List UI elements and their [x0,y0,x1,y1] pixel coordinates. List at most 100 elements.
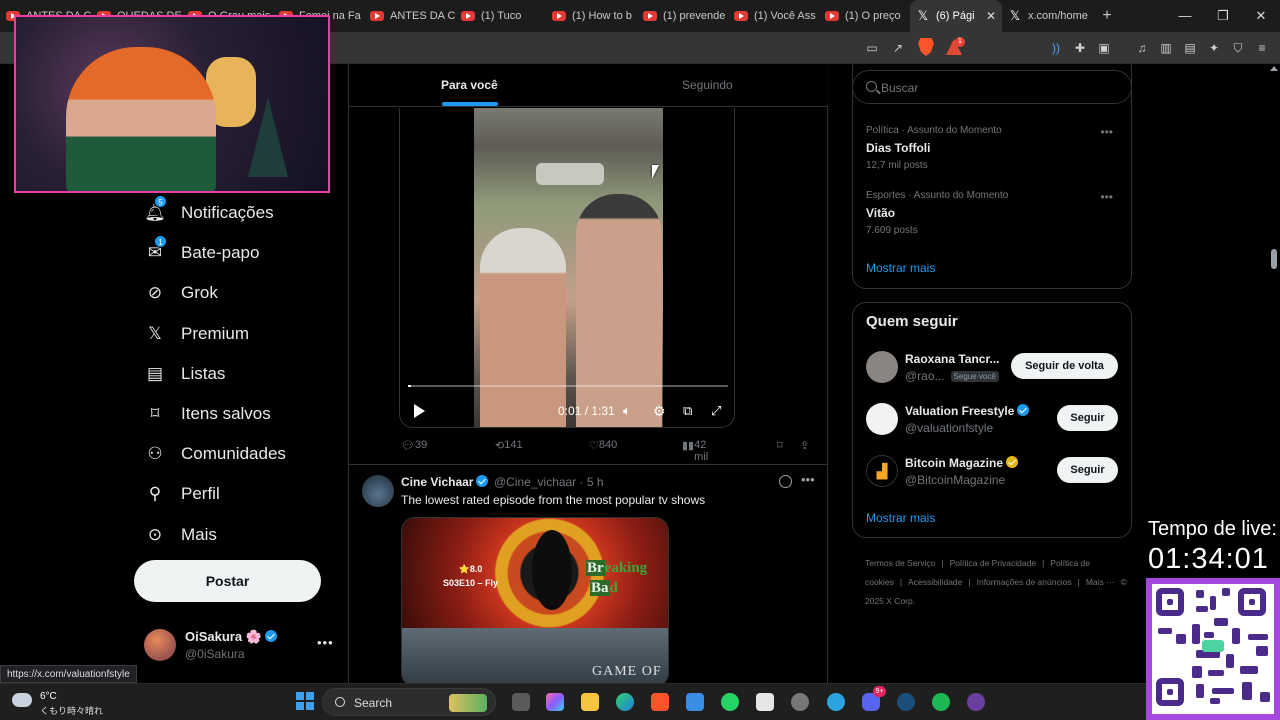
trend-item[interactable]: Esportes · Assunto do Momento Vitão 7.60… [866,190,1121,236]
browser-tab[interactable]: (1) O preço [819,0,910,32]
nav-item-premium[interactable]: 𝕏 Premium [144,319,249,349]
trends-panel: Política · Assunto do Momento Dias Toffo… [852,64,1132,289]
music-icon[interactable]: ♫ [1134,40,1150,56]
repost-button[interactable]: ⟲ 141 [495,439,523,452]
footer-link[interactable]: Informações de anúncios [977,577,1072,587]
footer-link[interactable]: Política de Privacidade [950,558,1036,568]
cast-icon[interactable]: ▭ [864,40,880,56]
volume-icon[interactable]: 🔈︎ [623,401,631,421]
scroll-up-icon[interactable] [1270,66,1278,71]
account-switcher[interactable]: OiSakura 🌸 @0iSakura ••• [144,627,340,663]
footer-separator: | [941,558,944,568]
steam-icon[interactable] [897,693,915,711]
nav-item-listas[interactable]: ▤ Listas [144,359,225,389]
screenshot-icon[interactable]: ▣ [1096,40,1112,56]
telegram-icon[interactable] [827,693,845,711]
ai-sparkle-icon[interactable]: ✦ [1206,40,1222,56]
task-view-icon[interactable] [512,693,530,711]
weather-widget[interactable]: 6°C くもり時々晴れ [12,689,132,717]
follow-button[interactable]: Seguir [1057,405,1118,431]
nav-item-itens-salvos[interactable]: ⌑ Itens salvos [144,399,271,429]
avatar[interactable] [362,475,394,507]
avatar[interactable] [866,403,898,435]
edge-icon[interactable] [616,693,634,711]
cloud-icon [12,693,32,707]
more-options-icon[interactable]: ••• [317,635,334,650]
share-icon[interactable]: ⇪ [800,439,809,452]
vpn-shield-icon[interactable]: ⛉ [1230,40,1246,56]
tweet-media[interactable]: ⭐8.0 S03E10 – Fly Breaking Bad GAME OF [401,517,669,683]
fullscreen-icon[interactable]: ⤢ [711,401,721,421]
bookmark-icon[interactable]: ⌑ [777,439,783,452]
browser-tab[interactable]: (1) prevende [637,0,728,32]
footer-link[interactable]: Acessibilidade [908,577,962,587]
views-count: 42 mil [694,439,709,463]
new-tab-button[interactable]: + [1093,7,1121,25]
follow-suggestion[interactable]: ▟ Bitcoin Magazine @BitcoinMagazine Seguir [866,455,1120,491]
browser-tab[interactable]: (1) Tuco [455,0,546,32]
more-options-icon[interactable]: ••• [1100,125,1113,139]
audio-icon[interactable]: )) [1048,40,1064,56]
whatsapp-icon[interactable] [721,693,739,711]
spotify-icon[interactable] [932,693,950,711]
wallet-icon[interactable]: ▤ [1182,40,1198,56]
sidebar-icon[interactable]: ▥ [1158,40,1174,56]
brave-icon[interactable] [651,693,669,711]
footer-link[interactable]: Termos de Serviço [865,558,935,568]
more-options-icon[interactable]: ••• [801,472,815,487]
restore-icon[interactable]: ❐ [1204,8,1242,24]
obs-icon[interactable] [791,693,809,711]
footer-link[interactable]: Mais ··· [1086,577,1115,587]
minimize-icon[interactable]: — [1166,8,1204,24]
like-button[interactable]: ♡ 840 [589,439,617,452]
start-button[interactable] [296,692,314,710]
browser-tab[interactable]: (1) How to b [546,0,637,32]
browser-tab[interactable]: (1) Você Ass [728,0,819,32]
nav-item-grok[interactable]: ⊘ Grok [144,278,218,308]
follow-suggestion[interactable]: Raoxana Tancr... @rao... Segue você Seguir … [866,351,1120,387]
more-options-icon[interactable]: ••• [1100,190,1113,204]
tab-para-voce[interactable]: Para você [441,78,498,92]
close-window-icon[interactable]: ✕ [1242,8,1280,24]
tweet-author-handle[interactable]: @Cine_vichaar · 5 h [494,475,604,489]
avatar[interactable] [866,351,898,383]
browser-tab[interactable]: 𝕏 (6) Pági ✕ [910,0,1002,32]
views-button[interactable]: ▮▮ 42 mil [682,439,708,463]
file-explorer-icon[interactable] [581,693,599,711]
scroll-thumb[interactable] [1271,249,1277,269]
tweet[interactable]: Cine Vichaar @Cine_vichaar · 5 h ••• The… [349,465,828,683]
video-frame[interactable] [474,108,663,427]
settings-gear-icon[interactable]: ⚙︎ [653,401,666,421]
nav-item-mais[interactable]: ⊙ Mais [144,520,217,550]
browser-tab[interactable]: 𝕏x.com/home [1002,0,1093,32]
pip-icon[interactable]: ⧉ [683,401,692,421]
trend-item[interactable]: Política · Assunto do Momento Dias Toffo… [866,125,1121,171]
capcut-icon[interactable] [756,693,774,711]
show-more-trends-link[interactable]: Mostrar mais [866,261,935,275]
reply-button[interactable]: 💬︎ 39 [401,439,427,452]
tweet-author-name[interactable]: Cine Vichaar [401,475,489,489]
extensions-icon[interactable]: ✚ [1072,40,1088,56]
follow-suggestion[interactable]: Valuation Freestyle @valuationfstyle Segui… [866,403,1120,439]
twitch-studio-icon[interactable] [967,693,985,711]
close-tab-icon[interactable]: ✕ [982,9,996,23]
show-more-follow-link[interactable]: Mostrar mais [866,511,935,525]
store-icon[interactable] [686,693,704,711]
share-icon[interactable]: ↗ [890,40,906,56]
follow-button[interactable]: Seguir [1057,457,1118,483]
nav-item-comunidades[interactable]: ⚇ Comunidades [144,439,286,469]
follow-button[interactable]: Seguir de volta [1011,353,1118,379]
taskbar-search[interactable]: Search [322,688,496,716]
tab-seguindo[interactable]: Seguindo [682,78,733,92]
post-button[interactable]: Postar [134,560,321,602]
grok-icon[interactable] [779,475,792,488]
nav-item-perfil[interactable]: ⚲ Perfil [144,479,220,509]
video-player[interactable]: 0:01 / 1:31 🔈︎ ⚙︎ ⧉ ⤢ [399,108,735,428]
browser-tab[interactable]: ANTES DA C [364,0,455,32]
copilot-icon[interactable] [546,693,564,711]
video-seek-bar[interactable] [408,385,728,387]
menu-icon[interactable]: ≡ [1254,40,1270,56]
avatar[interactable]: ▟ [866,455,898,487]
play-icon[interactable] [414,404,425,418]
follows-you-badge: Segue você [950,371,999,382]
